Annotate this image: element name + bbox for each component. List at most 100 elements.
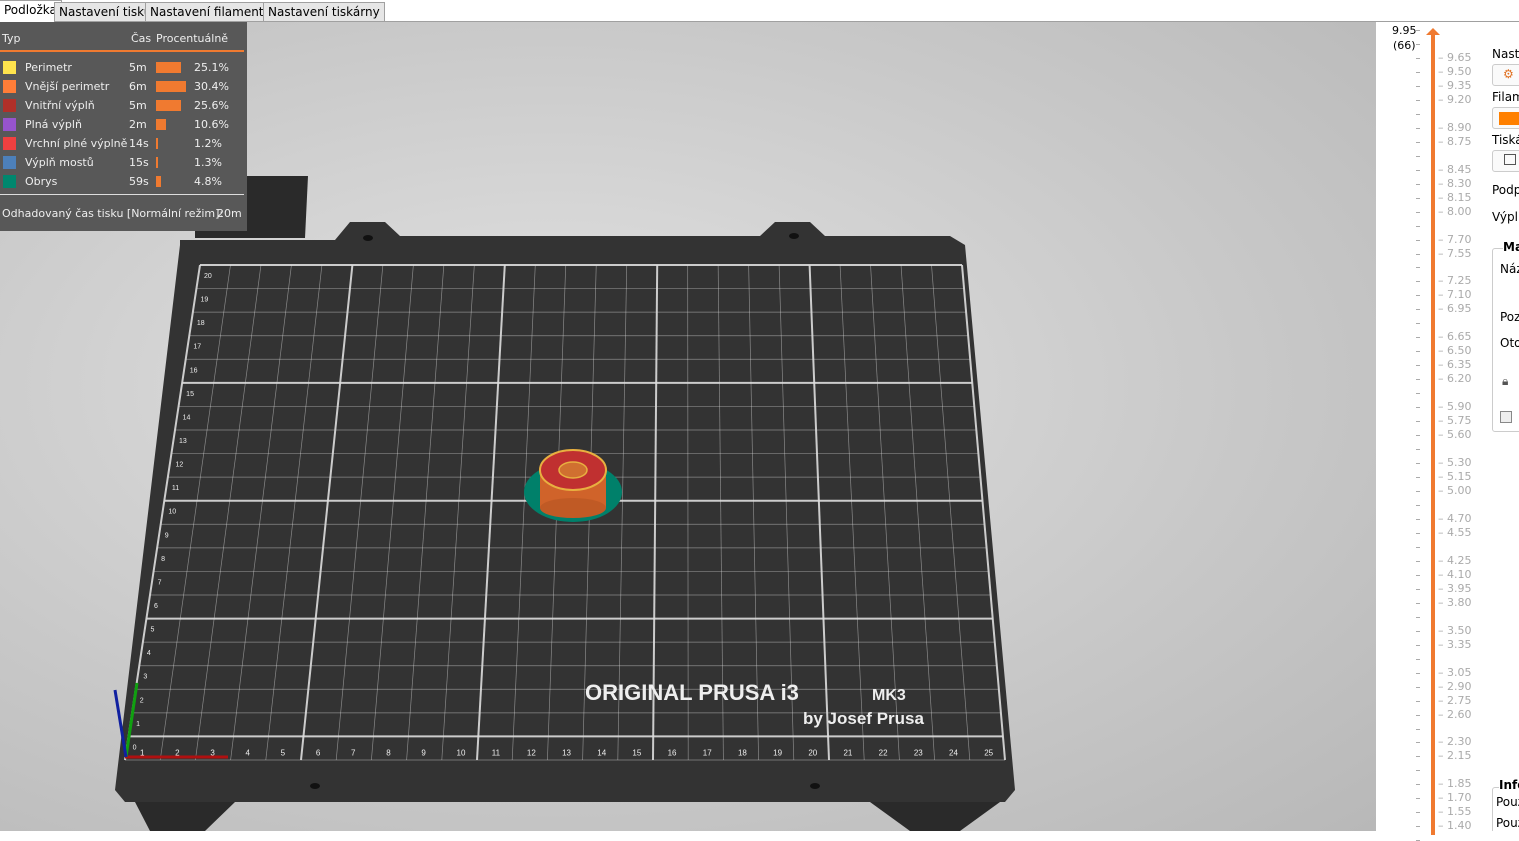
- x-tick-label: 20: [808, 749, 817, 758]
- legend-label: Vrchní plné výplně: [25, 137, 128, 150]
- filament-color-swatch: [1499, 112, 1519, 125]
- slider-top-value: 9.95: [1392, 24, 1417, 37]
- x-tick-label: 19: [773, 749, 782, 758]
- y-tick-label: 18: [197, 320, 205, 327]
- print-settings-combo[interactable]: ⚙: [1492, 64, 1519, 86]
- slider-tick-label: – 3.95: [1438, 581, 1472, 595]
- screw-hole: [789, 233, 799, 239]
- slider-tick-label: – 1.85: [1438, 777, 1472, 791]
- slider-tick-label: – 2.75: [1438, 693, 1472, 707]
- slider-tick-label: – 4.25: [1438, 553, 1472, 567]
- color-swatch: [3, 61, 16, 74]
- slider-tick-label: – 9.35: [1438, 78, 1472, 92]
- color-swatch: [3, 175, 16, 188]
- printer-combo[interactable]: [1492, 150, 1519, 172]
- y-tick-label: 17: [193, 344, 201, 351]
- legend-label: Plná výplň: [25, 118, 82, 131]
- printer-icon: [1504, 154, 1516, 165]
- printer-label: Tiská: [1492, 133, 1519, 147]
- legend-percent: 10.6%: [194, 118, 229, 131]
- slider-tick: [1416, 477, 1420, 479]
- legend-time: 15s: [129, 156, 149, 169]
- legend-header-percent: Procentuálně: [156, 32, 229, 45]
- slider-tick-label: – 8.30: [1438, 176, 1472, 190]
- slider-tick: [1416, 365, 1420, 367]
- legend-percent: 30.4%: [194, 80, 229, 93]
- slider-tick-label: – 9.50: [1438, 64, 1472, 78]
- legend-panel: Typ Čas Procentuálně Perimetr 5m 25.1% V…: [0, 22, 247, 231]
- y-tick-label: 9: [165, 532, 169, 539]
- slider-tick: [1416, 239, 1420, 241]
- slider-tick-label: – 6.50: [1438, 344, 1472, 358]
- filament-combo[interactable]: [1492, 107, 1519, 129]
- tab-bar: Podložka Nastavení tisku Nastavení filam…: [0, 0, 1519, 22]
- info-used-2: Pouz: [1496, 816, 1519, 830]
- slider-tick-label: – 4.70: [1438, 511, 1472, 525]
- object-body-bottom: [540, 498, 606, 518]
- slider-tick: [1416, 323, 1420, 325]
- slider-tick: [1416, 141, 1420, 143]
- legend-header-time: Čas: [131, 32, 152, 45]
- slider-tick: [1416, 686, 1420, 688]
- screw-hole: [310, 783, 320, 789]
- y-tick-label: 20: [204, 273, 212, 280]
- slider-tick-label: – 8.00: [1438, 204, 1472, 218]
- slider-tick: [1416, 602, 1420, 604]
- x-tick-label: 4: [245, 749, 250, 758]
- y-tick-label: 16: [190, 367, 198, 374]
- slider-tick-label: – 4.55: [1438, 525, 1472, 539]
- legend-percent: 4.8%: [194, 175, 222, 188]
- slider-tick: [1416, 756, 1420, 758]
- legend-percent: 25.6%: [194, 99, 229, 112]
- tab-printer-settings[interactable]: Nastavení tiskárny: [263, 2, 385, 22]
- checkbox[interactable]: [1500, 411, 1512, 423]
- legend-bar: [156, 176, 161, 187]
- tab-print-settings[interactable]: Nastavení tisku: [54, 2, 157, 22]
- legend-row: Perimetr 5m 25.1%: [0, 59, 247, 78]
- legend-label: Perimetr: [25, 61, 72, 74]
- right-sidebar: Nasta ⚙ Filam Tiská Podp Výplň Ma Náz Po…: [1490, 22, 1519, 831]
- slider-tick: [1416, 71, 1420, 73]
- x-tick-label: 6: [316, 749, 321, 758]
- legend-percent: 25.1%: [194, 61, 229, 74]
- bed-foot: [135, 802, 235, 831]
- slider-thumb-upper[interactable]: [1426, 28, 1440, 35]
- print-settings-label: Nasta: [1492, 47, 1519, 61]
- x-tick-label: 18: [738, 749, 747, 758]
- slider-tick: [1416, 379, 1420, 381]
- slider-tick-label: – 5.75: [1438, 414, 1472, 428]
- slider-tick: [1416, 309, 1420, 311]
- lock-icon[interactable]: 🔒︎: [1502, 374, 1508, 389]
- slider-tick: [1416, 812, 1420, 814]
- rotation-label: Oto: [1500, 336, 1519, 350]
- tab-filament-settings[interactable]: Nastavení filamentu: [145, 2, 277, 22]
- slider-tick: [1416, 770, 1420, 772]
- slider-tick-label: – 5.30: [1438, 456, 1472, 470]
- legend-percent: 1.3%: [194, 156, 222, 169]
- y-tick-label: 11: [172, 485, 179, 492]
- x-tick-label: 11: [492, 749, 501, 758]
- layer-slider[interactable]: 9.95 (66) – 9.65– 9.50– 9.35– 9.20 – 8.90…: [1376, 22, 1490, 841]
- legend-row: Plná výplň 2m 10.6%: [0, 116, 247, 135]
- slider-tick: [1416, 85, 1420, 87]
- slider-tick: [1416, 197, 1420, 199]
- name-label: Náz: [1500, 262, 1519, 276]
- slider-track[interactable]: [1431, 35, 1435, 835]
- x-tick-label: 17: [703, 749, 712, 758]
- slider-tick-label: – 7.55: [1438, 246, 1472, 260]
- x-tick-label: 21: [843, 749, 852, 758]
- y-tick-label: 5: [150, 627, 154, 634]
- x-tick-label: 12: [527, 749, 536, 758]
- tab-plater[interactable]: Podložka: [0, 0, 62, 22]
- slider-tick: [1416, 169, 1420, 171]
- slider-tick-label: – 3.05: [1438, 665, 1472, 679]
- slider-tick: [1416, 644, 1420, 646]
- legend-bar: [156, 157, 158, 168]
- y-tick-label: 19: [200, 297, 208, 304]
- slider-tick: [1416, 714, 1420, 716]
- legend-percent: 1.2%: [194, 137, 222, 150]
- manipulation-title: Ma: [1503, 240, 1519, 254]
- x-tick-label: 14: [597, 749, 606, 758]
- legend-bar: [156, 81, 186, 92]
- slider-tick-label: – 7.70: [1438, 232, 1472, 246]
